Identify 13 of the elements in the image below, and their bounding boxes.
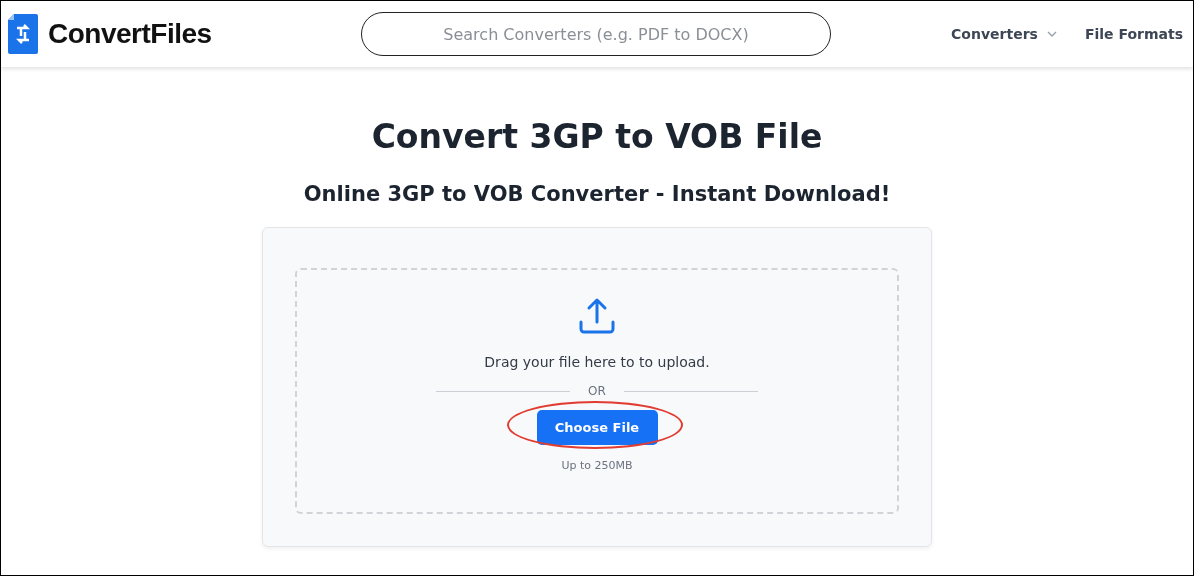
search-field[interactable]: Search Converters (e.g. PDF to DOCX) xyxy=(361,12,831,56)
page-subtitle: Online 3GP to VOB Converter - Instant Download! xyxy=(303,182,891,206)
logo-text[interactable]: ConvertFiles xyxy=(48,18,212,50)
or-divider-text: OR xyxy=(587,384,607,398)
upload-prompt: Drag your file here to to upload. xyxy=(484,354,710,370)
nav-link[interactable]: File Formats xyxy=(1084,26,1183,42)
drop-zone[interactable]: Drag your file here to to upload. OR Choose File Up to 250MB xyxy=(295,268,899,514)
choose-file-button[interactable]: Choose File xyxy=(536,410,658,445)
logo-icon xyxy=(8,14,38,54)
nav-link[interactable]: Converters xyxy=(951,26,1038,42)
page-title: Convert 3GP to VOB File xyxy=(371,117,823,156)
size-limit-text: Up to 250MB xyxy=(561,459,633,472)
upload-icon xyxy=(577,296,617,336)
